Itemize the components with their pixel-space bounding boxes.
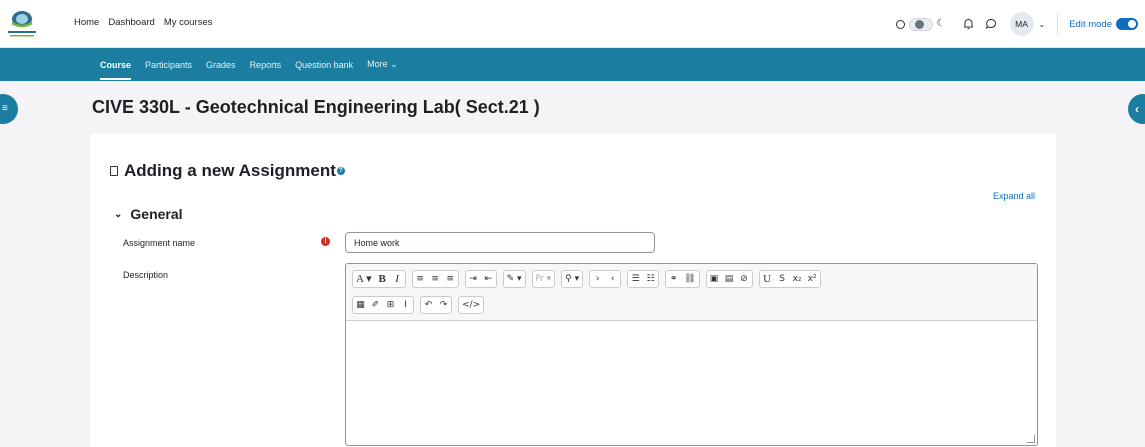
toolbar-group: </> [458, 295, 485, 314]
toolbar-button[interactable]: ⚲ ▾ [562, 271, 582, 287]
toolbar-group: ⇥ ⇤ [464, 269, 497, 288]
tab-question-bank[interactable]: Question bank [295, 60, 353, 70]
toolbar-group: › ‹ [589, 269, 622, 288]
toolbar-button[interactable]: U [760, 271, 775, 287]
tab-participants[interactable]: Participants [145, 60, 192, 70]
description-editor[interactable]: A ▾ B I ≡ ≡ ≡ ⇥ ⇤ ✎ ▾ Fr ▾ ⚲ ▾ › ‹ ☰ ☷ ⚭ ⛓ ▣ ▤ ⊘ U Sx₂ x² ▦ ✐ ⊞ I… [345, 263, 1038, 446]
required-icon: ! [321, 237, 330, 246]
doc-icon [110, 166, 118, 176]
resize-handle[interactable] [1027, 435, 1035, 443]
toolbar-button[interactable]: › [590, 271, 605, 287]
description-label: Description [123, 270, 169, 280]
toolbar-button[interactable]: ↷ [436, 297, 451, 313]
edit-mode-label: Edit mode [1069, 18, 1112, 30]
toolbar-button[interactable]: ▣ [707, 271, 722, 287]
toolbar-button[interactable]: ▦ [353, 297, 368, 313]
theme-switch[interactable] [908, 17, 933, 31]
toolbar-group: ☰ ☷ [627, 269, 660, 288]
secondary-nav: Course Participants Grades Reports Quest… [0, 48, 1145, 81]
user-menu[interactable]: MA ⌄ [1009, 12, 1046, 36]
toolbar-button[interactable]: ≡ [443, 271, 458, 287]
assignment-name-input[interactable] [345, 232, 655, 253]
logo-icon[interactable] [6, 7, 38, 41]
nav-my-courses[interactable]: My courses [164, 17, 213, 28]
toolbar-button[interactable]: ☷ [643, 271, 658, 287]
toolbar-row-1: A ▾ B I ≡ ≡ ≡ ⇥ ⇤ ✎ ▾ Fr ▾ ⚲ ▾ › ‹ ☰ ☷ ⚭ ⛓ ▣ ▤ ⊘ U Sx₂ x² [352, 268, 1031, 289]
toolbar-group: Fr ▾ [531, 269, 556, 288]
tab-reports[interactable]: Reports [250, 60, 282, 70]
toolbar-group: ▦ ✐ ⊞ I [352, 295, 414, 314]
toolbar-button[interactable]: ≡ [413, 271, 428, 287]
tab-more[interactable]: More ⌄ [367, 59, 398, 70]
nav-home[interactable]: Home [74, 17, 99, 28]
toolbar-button[interactable]: ☰ [628, 271, 643, 287]
navbar-right: ☾ MA ⌄ Edit mode [895, 0, 1145, 48]
toolbar-group: U Sx₂ x² [758, 269, 821, 288]
bell-icon[interactable] [960, 15, 978, 33]
avatar[interactable]: MA [1009, 12, 1034, 36]
edit-mode-toggle[interactable]: Edit mode [1069, 18, 1138, 30]
toolbar-group: ⚭ ⛓ [665, 269, 700, 288]
toolbar-button[interactable]: ⚭ [666, 271, 681, 287]
toolbar-button[interactable]: I [390, 271, 405, 287]
divider [1057, 13, 1059, 35]
toolbar-group: ✎ ▾ [502, 269, 526, 288]
toolbar-button[interactable]: ✐ [368, 297, 383, 313]
toolbar-button[interactable]: ≡ [428, 271, 443, 287]
toolbar-button[interactable]: </> [459, 297, 483, 313]
editor-toolbar: A ▾ B I ≡ ≡ ≡ ⇥ ⇤ ✎ ▾ Fr ▾ ⚲ ▾ › ‹ ☰ ☷ ⚭ ⛓ ▣ ▤ ⊘ U Sx₂ x² ▦ ✐ ⊞ I… [346, 264, 1037, 321]
toolbar-button[interactable]: B [375, 271, 390, 287]
help-icon[interactable]: ? [336, 167, 345, 175]
chevron-down-icon: ⌄ [1038, 19, 1046, 29]
theme-toggle[interactable]: ☾ [895, 17, 946, 31]
toolbar-button[interactable]: ‹ [605, 271, 620, 287]
toolbar-group: ≡ ≡ ≡ [411, 269, 459, 288]
course-index-toggle[interactable]: ≡ [0, 94, 18, 124]
section-general-header[interactable]: ⌄ General [114, 206, 183, 222]
primary-nav: Home Dashboard My courses [74, 17, 212, 28]
toolbar-group: A ▾ B I [352, 269, 406, 288]
moon-icon: ☾ [936, 18, 946, 29]
toolbar-button[interactable]: I [398, 297, 413, 313]
page-title: CIVE 330L - Geotechnical Engineering Lab… [92, 97, 540, 117]
list-icon: ≡ [2, 103, 8, 114]
toolbar-button[interactable]: ⊘ [737, 271, 752, 287]
toolbar-button[interactable]: x² [805, 271, 820, 287]
form-title-text: Adding a new Assignment [124, 161, 336, 180]
tab-grades[interactable]: Grades [206, 60, 236, 70]
expand-all-link[interactable]: Expand all [993, 191, 1035, 201]
toolbar-group: ▣ ▤ ⊘ [705, 269, 753, 288]
toolbar-button[interactable]: ✎ ▾ [504, 271, 525, 287]
form-title: Adding a new Assignment ? [110, 161, 345, 181]
toolbar-button[interactable]: ⛓ [681, 271, 698, 287]
tab-course[interactable]: Course [100, 60, 132, 80]
nav-dashboard[interactable]: Dashboard [108, 17, 154, 28]
toolbar-button[interactable]: ▤ [722, 271, 737, 287]
editor-content-area[interactable] [346, 321, 1037, 445]
toolbar-button[interactable]: ⇥ [466, 271, 481, 287]
chevron-down-icon: ⌄ [114, 208, 123, 220]
toolbar-button[interactable]: A ▾ [353, 271, 375, 287]
toolbar-group: ⚲ ▾ [561, 269, 584, 288]
toolbar-button[interactable]: ↶ [421, 297, 436, 313]
chevron-left-icon: ‹ [1135, 102, 1139, 116]
toolbar-button[interactable]: ⊞ [383, 297, 398, 313]
toolbar-row-2: ▦ ✐ ⊞ I ↶ ↷ </> [352, 294, 1031, 315]
toolbar-group: ↶ ↷ [420, 295, 452, 314]
toolbar-button[interactable]: Fr ▾ [533, 271, 555, 287]
section-title: General [130, 206, 183, 222]
toolbar-button[interactable]: ⇤ [481, 271, 496, 287]
block-drawer-toggle[interactable]: ‹ [1128, 94, 1145, 124]
edit-mode-switch[interactable] [1116, 18, 1138, 30]
sun-icon [895, 19, 905, 29]
form-card: Adding a new Assignment ? Expand all ⌄ G… [90, 134, 1056, 447]
assignment-name-label: Assignment name [123, 238, 196, 248]
top-navbar: Home Dashboard My courses ☾ MA ⌄ Edit mo… [0, 0, 1145, 48]
toolbar-button[interactable]: S [775, 271, 790, 287]
chat-icon[interactable] [982, 15, 1000, 33]
toolbar-button[interactable]: x₂ [790, 271, 805, 287]
